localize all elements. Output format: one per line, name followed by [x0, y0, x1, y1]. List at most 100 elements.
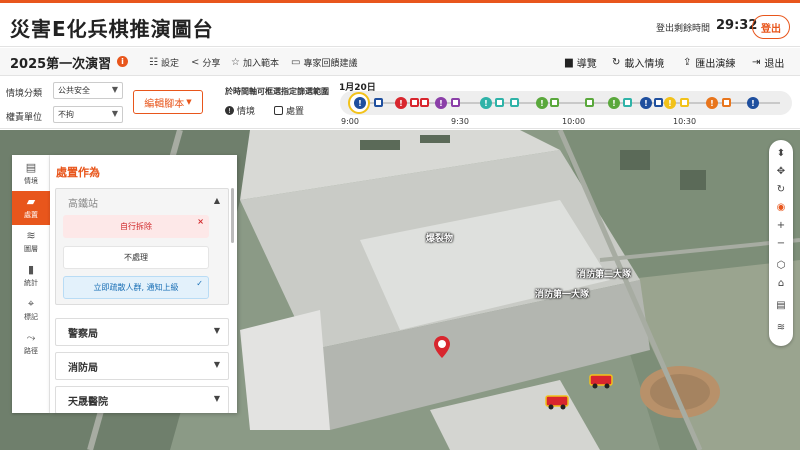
load-scenario-button[interactable]: ↻ 載入情境 [612, 55, 664, 70]
timeline-scenario-marker[interactable]: ! [536, 97, 548, 109]
timeline-action-marker[interactable] [374, 98, 383, 107]
timeline-action-marker[interactable] [510, 98, 519, 107]
timeline-action-marker[interactable] [654, 98, 663, 107]
cube-icon[interactable]: ⬡ [769, 256, 793, 274]
section-police: 警察局 ▼ [55, 318, 229, 346]
zoom-in-icon[interactable]: + [769, 216, 793, 234]
compass-icon[interactable]: ⬍ [769, 144, 793, 162]
add-template-button[interactable]: ☆ 加入範本 [231, 56, 279, 69]
timeline-action-marker[interactable] [495, 98, 504, 107]
nav-item-route[interactable]: ⤳ 路徑 [12, 327, 50, 361]
chevron-down-icon: ▼ [186, 98, 192, 106]
exit-label: 退出 [764, 59, 785, 70]
nav-label: 情境 [24, 177, 38, 185]
chat-icon: ▭ [291, 57, 301, 68]
info-icon[interactable]: i [117, 56, 128, 67]
section-header[interactable]: 消防局 ▼ [56, 353, 228, 379]
section-header[interactable]: 高鐵站 ▲ [56, 189, 228, 215]
expert-feedback-button[interactable]: ▭ 專家回饋建議 [291, 56, 357, 69]
chevron-up-icon: ▲ [213, 196, 220, 205]
timeline-scenario-marker[interactable]: ! [747, 97, 759, 109]
export-drill-button[interactable]: ⇪ 匯出演練 [683, 55, 735, 70]
pan-icon[interactable]: ✥ [769, 162, 793, 180]
chevron-down-icon: ▼ [213, 360, 220, 369]
unit-value: 不拘 [58, 110, 74, 119]
zoom-out-icon[interactable]: − [769, 234, 793, 252]
timeline-scenario-marker[interactable]: ! [354, 97, 366, 109]
left-nav: ▤ 情境 ▰ 處置 ≋ 圖層 ▮ 統計 ⌖ 標記 ⤳ 路徑 [12, 155, 50, 413]
nav-label: 統計 [24, 279, 38, 287]
timeline-scenario-marker[interactable]: ! [435, 97, 447, 109]
exit-button[interactable]: ⇥ 退出 [752, 55, 784, 70]
rotate-icon[interactable]: ↻ [769, 180, 793, 198]
fire-truck-icon[interactable] [545, 392, 569, 410]
section-header[interactable]: 警察局 ▼ [56, 319, 228, 345]
square-icon [274, 106, 283, 115]
timeline-scenario-marker[interactable]: ! [640, 97, 652, 109]
option-self-dismantle[interactable]: 自行拆除 × [63, 215, 209, 238]
panel-scrollbar[interactable] [231, 188, 234, 243]
timeline-tick: 9:30 [451, 117, 469, 126]
share-button[interactable]: < 分享 [191, 56, 220, 69]
timeline-action-marker[interactable] [451, 98, 460, 107]
section-hospital: 天晟醫院 ▼ [55, 386, 229, 413]
guide-button[interactable]: ▆ 導覽 [565, 55, 597, 70]
map-label: 爆裂物 [426, 234, 454, 244]
legend-action-label: 處置 [286, 107, 305, 117]
settings-label: 設定 [160, 59, 179, 69]
locate-icon[interactable]: ◉ [769, 198, 793, 216]
option-evacuate[interactable]: 立即疏散人群, 通知上級 ✓ [63, 276, 209, 299]
location-pin-icon[interactable] [434, 336, 450, 358]
edit-script-label: 編輯腳本 [144, 98, 185, 110]
export-drill-label: 匯出演練 [695, 59, 736, 70]
timeline-scenario-marker[interactable]: ! [480, 97, 492, 109]
nav-label: 圖層 [24, 245, 38, 253]
map-label: 消防第一大隊 [535, 290, 590, 300]
fire-truck-icon[interactable] [589, 371, 613, 389]
timeline-scenario-marker[interactable]: ! [664, 97, 676, 109]
hat-icon[interactable]: ⌂ [769, 274, 793, 292]
nav-item-scenario[interactable]: ▤ 情境 [12, 157, 50, 191]
timeline-action-marker[interactable] [585, 98, 594, 107]
timeline-action-marker[interactable] [722, 98, 731, 107]
option-no-action[interactable]: 不處理 [63, 246, 209, 269]
nav-item-stats[interactable]: ▮ 統計 [12, 259, 50, 293]
expert-feedback-label: 專家回饋建議 [303, 59, 358, 69]
edit-script-button[interactable]: 編輯腳本 ▼ [133, 90, 203, 114]
document-icon[interactable]: ▤ [769, 296, 793, 314]
timeline-action-marker[interactable] [623, 98, 632, 107]
timeline-action-marker[interactable] [550, 98, 559, 107]
timeline-action-marker[interactable] [680, 98, 689, 107]
drill-toolbar: 2025第一次演習 i ☷ 設定 < 分享 ☆ 加入範本 ▭ 專家回饋建議 ▆ … [0, 48, 800, 76]
settings-button[interactable]: ☷ 設定 [149, 56, 179, 69]
option-label: 不處理 [124, 253, 148, 262]
timeline-action-marker[interactable] [410, 98, 419, 107]
legend-action: 處置 [274, 104, 304, 117]
nav-item-markers[interactable]: ⌖ 標記 [12, 293, 50, 327]
timeline-scenario-marker[interactable]: ! [608, 97, 620, 109]
nav-item-layers[interactable]: ≋ 圖層 [12, 225, 50, 259]
logout-button[interactable]: 登出 [752, 15, 790, 39]
unit-label: 權責單位 [6, 113, 43, 123]
timeline-action-marker[interactable] [420, 98, 429, 107]
timeline-track[interactable]: !!!!!!!!!! [340, 91, 792, 115]
export-icon: ⇪ [683, 57, 692, 68]
timeline-tick: 10:30 [673, 117, 697, 126]
document-icon: ▤ [25, 161, 37, 174]
chevron-down-icon: ▼ [111, 109, 118, 118]
category-select[interactable]: 公共安全 ▼ [53, 82, 123, 99]
timeline-scenario-marker[interactable]: ! [706, 97, 718, 109]
top-bar: 災害E化兵棋推演圖台 登出剩餘時間 29:32 登出 [0, 0, 800, 47]
guide-label: 導覽 [576, 59, 597, 70]
book-icon: ▆ [565, 57, 573, 68]
timeline-scenario-marker[interactable]: ! [395, 97, 407, 109]
unit-select[interactable]: 不拘 ▼ [53, 106, 123, 123]
pin-icon: ⌖ [27, 297, 35, 310]
section-header[interactable]: 天晟醫院 ▼ [56, 387, 228, 413]
nav-item-action[interactable]: ▰ 處置 [12, 191, 50, 225]
star-icon: ☆ [231, 57, 240, 68]
settings-icon: ☷ [149, 57, 158, 68]
layers-icon[interactable]: ≋ [769, 318, 793, 336]
category-label: 情境分類 [6, 89, 43, 99]
bar-chart-icon: ▮ [27, 263, 35, 276]
